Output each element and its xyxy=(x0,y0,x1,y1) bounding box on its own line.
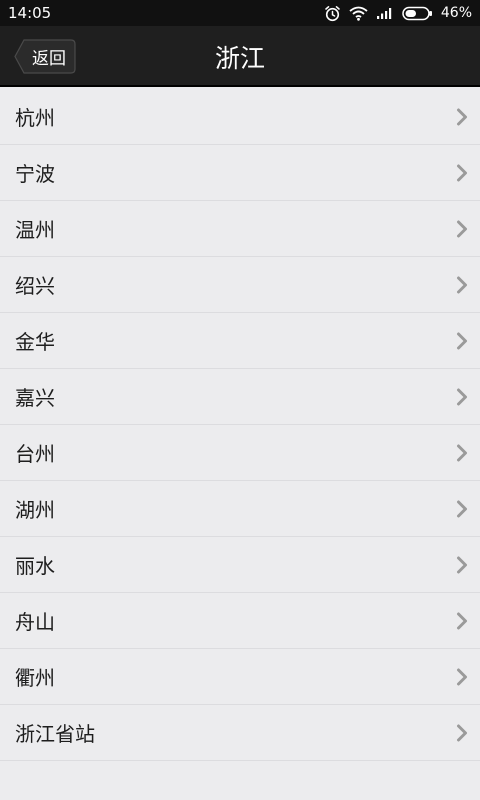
back-button-label: 返回 xyxy=(32,49,66,69)
alarm-icon xyxy=(324,5,341,22)
list-item-label: 丽水 xyxy=(15,554,55,578)
title-bar: 返回 浙江 xyxy=(0,26,480,87)
chevron-right-icon xyxy=(456,724,468,742)
chevron-right-icon xyxy=(456,220,468,238)
list-item[interactable]: 浙江省站 xyxy=(0,705,480,761)
wifi-icon xyxy=(349,6,368,21)
signal-icon xyxy=(376,6,394,20)
chevron-right-icon xyxy=(456,164,468,182)
list-item[interactable]: 舟山 xyxy=(0,593,480,649)
list-item-label: 温州 xyxy=(15,218,55,242)
list-item-label: 金华 xyxy=(15,330,55,354)
status-bar: 14:05 46% xyxy=(0,0,480,26)
list-item-label: 宁波 xyxy=(15,162,55,186)
list-item[interactable]: 绍兴 xyxy=(0,257,480,313)
list-item-label: 绍兴 xyxy=(15,274,55,298)
list-item[interactable]: 杭州 xyxy=(0,89,480,145)
list-item-label: 杭州 xyxy=(15,106,55,130)
list-item-label: 衢州 xyxy=(15,666,55,690)
chevron-right-icon xyxy=(456,108,468,126)
list-item[interactable]: 湖州 xyxy=(0,481,480,537)
chevron-right-icon xyxy=(456,500,468,518)
chevron-right-icon xyxy=(456,668,468,686)
list-item[interactable]: 金华 xyxy=(0,313,480,369)
list-item-label: 嘉兴 xyxy=(15,386,55,410)
chevron-right-icon xyxy=(456,612,468,630)
chevron-right-icon xyxy=(456,556,468,574)
list-item-label: 浙江省站 xyxy=(15,722,95,746)
back-button[interactable]: 返回 xyxy=(14,39,76,74)
battery-percentage: 46% xyxy=(440,5,472,21)
list-item-label: 湖州 xyxy=(15,498,55,522)
list-item-label: 台州 xyxy=(15,442,55,466)
chevron-right-icon xyxy=(456,444,468,462)
list-item[interactable]: 衢州 xyxy=(0,649,480,705)
status-time: 14:05 xyxy=(8,4,52,22)
list-item[interactable]: 嘉兴 xyxy=(0,369,480,425)
chevron-right-icon xyxy=(456,388,468,406)
battery-icon xyxy=(402,6,433,21)
status-icons: 46% xyxy=(324,5,472,22)
list-item[interactable]: 温州 xyxy=(0,201,480,257)
list-item-label: 舟山 xyxy=(15,610,55,634)
chevron-right-icon xyxy=(456,276,468,294)
list-item[interactable]: 丽水 xyxy=(0,537,480,593)
chevron-right-icon xyxy=(456,332,468,350)
list-item[interactable]: 台州 xyxy=(0,425,480,481)
city-list: 杭州宁波温州绍兴金华嘉兴台州湖州丽水舟山衢州浙江省站 xyxy=(0,89,480,761)
list-item[interactable]: 宁波 xyxy=(0,145,480,201)
